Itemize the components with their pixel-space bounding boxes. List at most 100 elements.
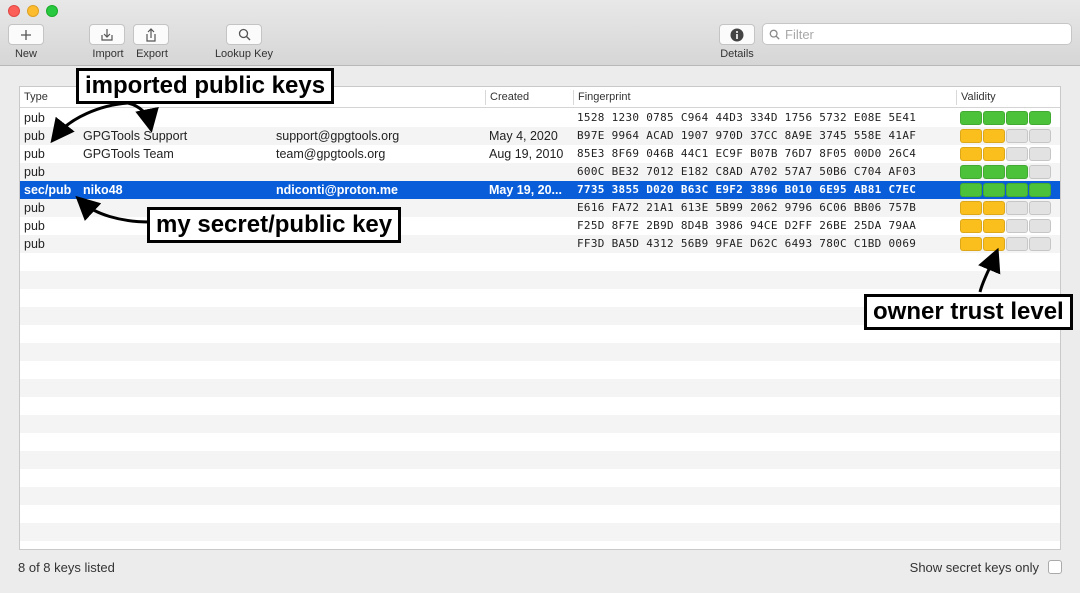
cell-type: pub xyxy=(24,201,45,215)
toolbar: New Import Export Lookup Key Details xyxy=(0,0,1080,66)
cell-fingerprint: B97E 9964 ACAD 1907 970D 37CC 8A9E 3745 … xyxy=(577,129,917,142)
export-icon xyxy=(146,27,156,42)
validity-segment xyxy=(1029,183,1051,197)
validity-segment xyxy=(1006,129,1028,143)
validity-indicator xyxy=(960,237,1051,251)
validity-segment xyxy=(1029,237,1051,251)
cell-name: GPGTools Support xyxy=(83,129,188,143)
window: New Import Export Lookup Key Details Typ… xyxy=(0,0,1080,593)
validity-segment xyxy=(960,147,982,161)
cell-fingerprint: 85E3 8F69 046B 44C1 EC9F B07B 76D7 8F05 … xyxy=(577,147,917,160)
validity-segment xyxy=(960,165,982,179)
show-secret-only-checkbox[interactable] xyxy=(1048,560,1062,574)
close-window-button[interactable] xyxy=(8,5,20,17)
new-button[interactable] xyxy=(8,24,44,45)
cell-fingerprint: 600C BE32 7012 E182 C8AD A702 57A7 50B6 … xyxy=(577,165,917,178)
cell-fingerprint: 7735 3855 D020 B63C E9F2 3896 B010 6E95 … xyxy=(577,183,917,196)
lookup-key-label: Lookup Key xyxy=(214,48,274,60)
table-row[interactable]: pub 1528 1230 0785 C964 44D3 334D 1756 57… xyxy=(20,109,1060,127)
validity-indicator xyxy=(960,201,1051,215)
cell-created xyxy=(489,163,571,181)
cell-name xyxy=(83,109,273,127)
column-header-validity[interactable]: Validity xyxy=(957,87,996,108)
empty-row xyxy=(20,379,1060,397)
cell-created xyxy=(489,199,571,217)
export-label: Export xyxy=(136,48,168,60)
validity-indicator xyxy=(960,147,1051,161)
validity-segment xyxy=(960,201,982,215)
cell-type: pub xyxy=(24,111,45,125)
cell-type: pub xyxy=(24,147,45,161)
cell-created: Aug 19, 2010 xyxy=(489,147,564,161)
callout-owner-trust-level: owner trust level xyxy=(864,294,1073,330)
cell-name xyxy=(83,163,273,181)
cell-type: sec/pub xyxy=(24,183,72,197)
filter-input[interactable] xyxy=(785,26,1065,42)
new-label: New xyxy=(14,48,37,60)
validity-segment xyxy=(1029,201,1051,215)
validity-indicator xyxy=(960,129,1051,143)
validity-segment xyxy=(1029,147,1051,161)
lookup-key-button[interactable] xyxy=(226,24,262,45)
table-row-selected[interactable]: sec/pub niko48 ndiconti@proton.me May 19, 2… xyxy=(20,181,1060,199)
plus-icon xyxy=(21,29,31,40)
details-label: Details xyxy=(720,48,754,60)
cell-name: niko48 xyxy=(83,183,123,197)
validity-indicator xyxy=(960,183,1051,197)
column-header-type[interactable]: Type xyxy=(20,87,48,108)
table-row[interactable]: pub GPGTools Team team@gpgtools.org Aug 19,… xyxy=(20,145,1060,163)
cell-name: GPGTools Team xyxy=(83,147,174,161)
validity-segment xyxy=(960,111,982,125)
import-button[interactable] xyxy=(89,24,125,45)
validity-segment xyxy=(960,237,982,251)
search-icon xyxy=(238,28,250,41)
table-row[interactable]: pub GPGTools Support support@gpgtools.org M… xyxy=(20,127,1060,145)
details-button[interactable] xyxy=(719,24,755,45)
minimize-window-button[interactable] xyxy=(27,5,39,17)
cell-fingerprint: FF3D BA5D 4312 56B9 9FAE D62C 6493 780C … xyxy=(577,237,917,250)
validity-segment xyxy=(983,111,1005,125)
validity-segment xyxy=(960,129,982,143)
cell-created xyxy=(489,109,571,127)
column-header-created[interactable]: Created xyxy=(486,87,529,108)
cell-fingerprint: E616 FA72 21A1 613E 5B99 2062 9796 6C06 … xyxy=(577,201,917,214)
zoom-window-button[interactable] xyxy=(46,5,58,17)
validity-segment xyxy=(1006,201,1028,215)
show-secret-only-label: Show secret keys only xyxy=(909,560,1039,575)
validity-indicator xyxy=(960,165,1051,179)
cell-email xyxy=(276,109,482,127)
validity-segment xyxy=(960,183,982,197)
empty-row xyxy=(20,523,1060,541)
validity-segment xyxy=(1006,219,1028,233)
callout-imported-public-keys: imported public keys xyxy=(76,68,335,104)
filter-field[interactable] xyxy=(762,23,1072,45)
validity-segment xyxy=(983,237,1005,251)
empty-row xyxy=(20,415,1060,433)
validity-indicator xyxy=(960,219,1051,233)
validity-segment xyxy=(983,165,1005,179)
empty-row xyxy=(20,451,1060,469)
validity-segment xyxy=(983,129,1005,143)
cell-type: pub xyxy=(24,219,45,233)
cell-type: pub xyxy=(24,129,45,143)
cell-created: May 19, 20... xyxy=(489,183,562,197)
cell-email: team@gpgtools.org xyxy=(276,147,386,161)
column-header-fingerprint[interactable]: Fingerprint xyxy=(574,87,631,108)
validity-segment xyxy=(1006,237,1028,251)
validity-segment xyxy=(983,219,1005,233)
callout-secret-public-key: my secret/public key xyxy=(147,207,402,243)
import-icon xyxy=(101,28,113,41)
validity-indicator xyxy=(960,111,1051,125)
validity-segment xyxy=(1029,129,1051,143)
search-icon xyxy=(769,29,780,40)
info-icon xyxy=(730,28,744,41)
cell-fingerprint: F25D 8F7E 2B9D 8D4B 3986 94CE D2FF 26BE … xyxy=(577,219,917,232)
validity-segment xyxy=(983,183,1005,197)
validity-segment xyxy=(960,219,982,233)
export-button[interactable] xyxy=(133,24,169,45)
table-row[interactable]: pub 600C BE32 7012 E182 C8AD A702 57A7 50… xyxy=(20,163,1060,181)
cell-email: ndiconti@proton.me xyxy=(276,183,398,197)
cell-type: pub xyxy=(24,165,45,179)
cell-email: support@gpgtools.org xyxy=(276,129,400,143)
validity-segment xyxy=(983,147,1005,161)
